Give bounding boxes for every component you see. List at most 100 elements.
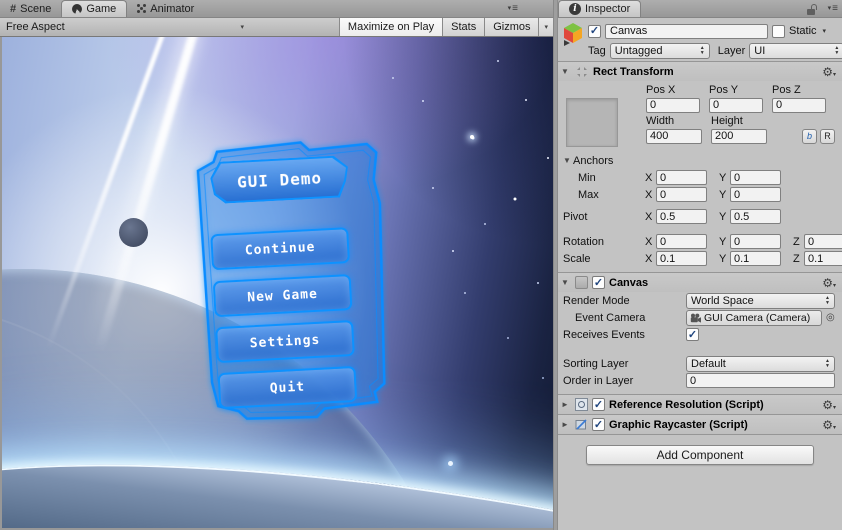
add-component-button[interactable]: Add Component: [586, 445, 814, 465]
left-panel-menu-icon[interactable]: ▾ ≡: [507, 3, 518, 14]
tab-scene[interactable]: # Scene: [0, 0, 61, 17]
gear-icon[interactable]: ⚙ ▾: [822, 419, 836, 431]
render-mode-row: Render Mode World Space ▲ ▼: [558, 292, 842, 309]
event-camera-value: GUI Camera (Camera): [704, 311, 811, 324]
tab-game[interactable]: Game: [61, 0, 128, 17]
inspector-menu-icon[interactable]: ▾ ≡: [827, 4, 838, 14]
raw-edit-mode-button[interactable]: R: [820, 128, 835, 144]
game-viewport[interactable]: GUI Demo Continue New Game Settings Quit: [0, 37, 553, 530]
inspector-panel: i Inspector ▾ ≡ ✓ Canvas Static ▾ Tag Un…: [558, 0, 842, 530]
pos-z-field[interactable]: 0: [772, 97, 826, 113]
caret-down-icon: ▾: [827, 5, 832, 12]
maximize-on-play-button[interactable]: Maximize on Play: [338, 18, 443, 36]
tab-inspector[interactable]: i Inspector: [558, 0, 642, 17]
gear-icon[interactable]: ⚙ ▾: [822, 66, 836, 78]
reference-resolution-header[interactable]: ► ✓ Reference Resolution (Script) ⚙ ▾: [558, 395, 842, 414]
receives-events-checkbox[interactable]: ✓: [686, 328, 699, 341]
reference-resolution-checkbox[interactable]: ✓: [592, 398, 605, 411]
aspect-ratio-dropdown[interactable]: Free Aspect ▾: [0, 18, 250, 36]
canvas-enabled-checkbox[interactable]: ✓: [592, 276, 605, 289]
stats-button[interactable]: Stats: [442, 18, 485, 36]
pos-y-field[interactable]: 0: [709, 97, 763, 113]
gear-icon[interactable]: ⚙ ▾: [822, 277, 836, 289]
quit-button[interactable]: Quit: [217, 365, 358, 410]
width-field[interactable]: 400: [646, 128, 702, 144]
canvas-component-header[interactable]: ▼ ✓ Canvas ⚙ ▾: [558, 273, 842, 292]
z-axis-label: Z: [793, 252, 800, 265]
anchor-max-x-field[interactable]: 0: [656, 187, 707, 202]
pivot-y-field[interactable]: 0.5: [730, 209, 781, 224]
caret-down-icon: ▾: [507, 5, 512, 12]
anchor-preset-preview[interactable]: [566, 98, 618, 147]
animator-nodes-icon: [137, 4, 146, 13]
anchors-max-row: Max X 0 Y 0: [558, 186, 842, 203]
foldout-closed-icon[interactable]: ►: [561, 420, 571, 429]
scale-y-field[interactable]: 0.1: [730, 251, 781, 266]
foldout-closed-icon[interactable]: ►: [561, 400, 571, 409]
x-axis-label: X: [645, 171, 653, 184]
rect-transform-header[interactable]: ▼ Rect Transform ⚙ ▾: [558, 62, 842, 81]
lock-open-icon[interactable]: [806, 4, 818, 15]
tag-value: Untagged: [614, 44, 663, 57]
layer-dropdown[interactable]: UI ▲ ▼: [749, 42, 842, 59]
gameobject-cube-icon[interactable]: [562, 22, 584, 46]
rotation-z-field[interactable]: 0: [804, 234, 842, 249]
tag-dropdown[interactable]: Untagged ▲ ▼: [609, 42, 710, 59]
static-checkbox[interactable]: [772, 24, 785, 38]
gameobject-name-input[interactable]: [605, 23, 768, 39]
continue-button[interactable]: Continue: [210, 227, 350, 271]
gizmos-caret-icon[interactable]: ▾: [538, 18, 553, 36]
anchor-min-y-field[interactable]: 0: [730, 170, 781, 185]
height-field[interactable]: 200: [711, 128, 767, 144]
blueprint-mode-button[interactable]: b: [802, 128, 817, 144]
graphic-raycaster-component: ► ✓ Graphic Raycaster (Script) ⚙ ▾: [558, 414, 842, 434]
tab-animator[interactable]: Animator: [127, 0, 204, 17]
inspector-tabbar: i Inspector ▾ ≡: [558, 0, 842, 18]
static-caret-icon[interactable]: ▾: [823, 27, 827, 35]
rotation-x-field[interactable]: 0: [656, 234, 707, 249]
foldout-open-icon[interactable]: ▼: [561, 278, 571, 287]
event-camera-object-field[interactable]: GUI Camera (Camera): [686, 309, 822, 326]
new-game-button[interactable]: New Game: [212, 274, 353, 318]
reference-resolution-component: ► ✓ Reference Resolution (Script) ⚙ ▾: [558, 394, 842, 414]
layer-label: Layer: [717, 44, 746, 57]
menu-title: GUI Demo: [212, 157, 348, 202]
star-field: [2, 37, 4, 39]
sorting-layer-dropdown[interactable]: Default ▲ ▼: [686, 355, 835, 372]
pos-x-field[interactable]: 0: [646, 97, 700, 113]
hamburger-icon: ≡: [512, 3, 518, 14]
anchor-max-y-field[interactable]: 0: [730, 187, 781, 202]
game-view-panel: # Scene Game Animator ▾ ≡ Free Aspect ▾: [0, 0, 553, 530]
foldout-open-icon[interactable]: ▼: [561, 67, 571, 76]
dropdown-arrows-icon: ▲ ▼: [699, 45, 705, 56]
gear-icon[interactable]: ⚙ ▾: [822, 399, 836, 411]
dropdown-arrows-icon: ▲ ▼: [825, 295, 830, 306]
gizmos-button[interactable]: Gizmos: [484, 18, 539, 36]
tab-inspector-label: Inspector: [585, 3, 631, 15]
scale-x-field[interactable]: 0.1: [656, 251, 707, 266]
graphic-raycaster-header[interactable]: ► ✓ Graphic Raycaster (Script) ⚙ ▾: [558, 415, 842, 434]
y-axis-label: Y: [719, 210, 727, 223]
dropdown-arrows-icon: ▲ ▼: [834, 45, 840, 56]
anchor-min-x-field[interactable]: 0: [656, 170, 707, 185]
object-picker-icon[interactable]: ◎: [826, 312, 835, 323]
min-label: Min: [578, 171, 596, 184]
component-title: Canvas: [609, 276, 649, 289]
dropdown-arrows-icon: ▲ ▼: [825, 358, 830, 369]
scale-z-field[interactable]: 0.1: [804, 251, 842, 266]
render-mode-dropdown[interactable]: World Space ▲ ▼: [686, 292, 835, 309]
tab-game-label: Game: [86, 3, 117, 15]
rotation-y-field[interactable]: 0: [730, 234, 781, 249]
aspect-ratio-value: Free Aspect: [6, 21, 65, 33]
pos-z-label: Pos Z: [772, 84, 801, 96]
x-axis-label: X: [645, 252, 653, 265]
graphic-raycaster-icon: [575, 419, 587, 430]
order-in-layer-field[interactable]: 0: [686, 373, 835, 388]
menu-title-plate: GUI Demo: [210, 155, 350, 204]
pos-y-label: Pos Y: [709, 84, 739, 96]
settings-button[interactable]: Settings: [215, 319, 355, 364]
pivot-x-field[interactable]: 0.5: [656, 209, 707, 224]
active-checkbox[interactable]: ✓: [588, 24, 601, 38]
graphic-raycaster-checkbox[interactable]: ✓: [592, 418, 605, 431]
foldout-open-icon[interactable]: ▼: [563, 156, 573, 165]
